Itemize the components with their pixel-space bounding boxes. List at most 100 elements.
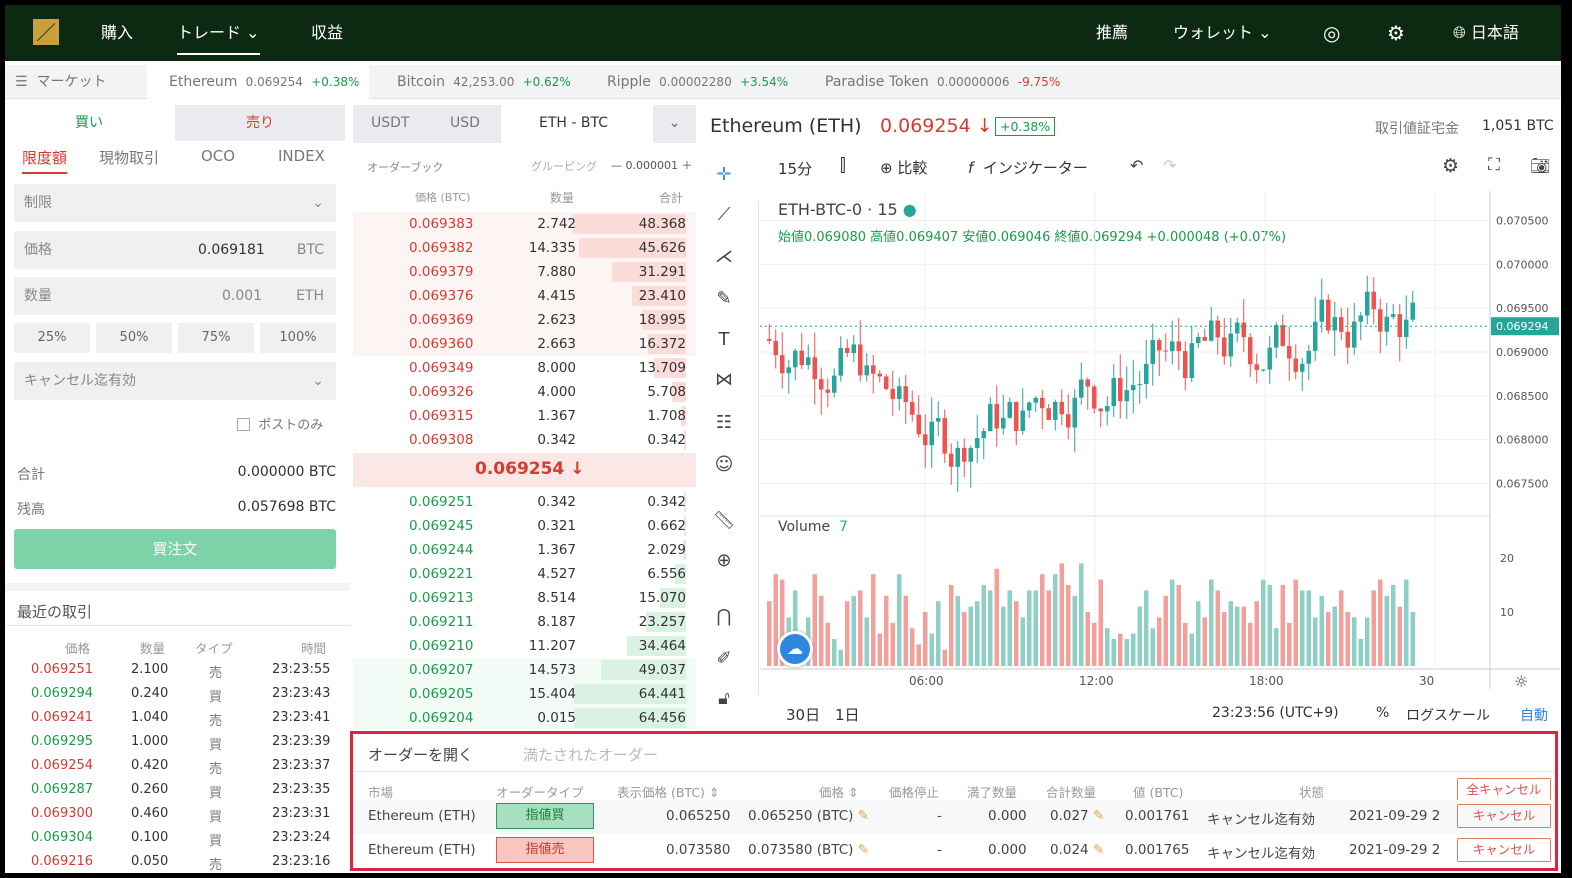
ask-row[interactable]: 0.069383 2.742 48.368 <box>353 212 696 236</box>
pattern-tool-icon[interactable]: ⋈ <box>710 366 738 394</box>
tradingview-logo-icon[interactable]: ☁ <box>777 631 813 667</box>
nav-buy[interactable]: 購入 <box>101 5 133 61</box>
percent-100-button[interactable]: 100% <box>260 323 336 353</box>
brush-icon[interactable]: ✎ <box>710 285 738 313</box>
ask-row[interactable]: 0.069326 4.000 5.708 <box>353 380 696 404</box>
type-limit[interactable]: 限度額 <box>22 147 68 174</box>
time-in-force-select[interactable]: キャンセル迄有効 ⌄ <box>14 362 336 400</box>
ask-row[interactable]: 0.069315 1.367 1.708 <box>353 404 696 428</box>
grouping-control[interactable]: — 0.000001 ＋ <box>611 157 693 173</box>
tab-usd[interactable]: USD <box>450 115 480 131</box>
bid-row[interactable]: 0.069210 11.207 34.464 <box>353 634 696 658</box>
lock-icon[interactable]: 🔓︎ <box>710 685 738 713</box>
ruler-icon[interactable]: 📏︎ <box>710 507 738 535</box>
compare-button[interactable]: ⊕ 比較 <box>880 157 927 178</box>
nav-trade[interactable]: トレード ⌄ <box>177 11 260 55</box>
nav-recommend[interactable]: 推薦 <box>1096 5 1128 61</box>
bid-row[interactable]: 0.069245 0.321 0.662 <box>353 514 696 538</box>
crosshair-icon[interactable]: ✛ <box>710 161 738 189</box>
bid-row[interactable]: 0.069213 8.514 15.070 <box>353 586 696 610</box>
ask-row[interactable]: 0.069308 0.342 0.342 <box>353 428 696 452</box>
prediction-tool-icon[interactable]: ☷ <box>710 409 738 437</box>
brand-logo[interactable] <box>33 19 59 45</box>
edit-pencil-icon[interactable]: ✎ <box>858 842 869 858</box>
candle-body <box>1365 291 1370 316</box>
edit-pencil-icon[interactable]: ✎ <box>858 808 869 824</box>
fib-tool-icon[interactable]: ⋌ <box>710 243 738 271</box>
undo-icon[interactable]: ↶ <box>1130 156 1143 175</box>
text-tool-icon[interactable]: T <box>710 326 738 354</box>
type-oco[interactable]: OCO <box>201 147 235 165</box>
type-index[interactable]: INDEX <box>278 147 325 165</box>
bid-row[interactable]: 0.069221 4.527 6.556 <box>353 562 696 586</box>
price-input[interactable]: 価格 0.069181 BTC <box>14 231 336 269</box>
buy-order-button[interactable]: 買注文 <box>14 529 336 569</box>
range-1d[interactable]: 1日 <box>835 704 860 725</box>
ask-row[interactable]: 0.069376 4.415 23.410 <box>353 284 696 308</box>
tab-eth-btc[interactable]: ETH - BTC <box>539 115 608 131</box>
zoom-in-icon[interactable]: ⊕ <box>710 547 738 575</box>
col-price[interactable]: 価格 ⇕ <box>819 782 858 801</box>
nav-earn[interactable]: 収益 <box>311 5 343 61</box>
edit-pencil-icon[interactable]: ✎ <box>1093 808 1104 824</box>
settings-gear-icon[interactable]: ⚙ <box>1387 5 1405 61</box>
bid-row[interactable]: 0.069207 14.573 49.037 <box>353 658 696 682</box>
ask-row[interactable]: 0.069349 8.000 13.709 <box>353 356 696 380</box>
redo-icon[interactable]: ↷ <box>1163 156 1176 175</box>
cancel-order-button[interactable]: キャンセル <box>1457 804 1551 828</box>
ticker-paradise-token[interactable]: Paradise Token 0.00000006 -9.75% <box>825 65 1060 99</box>
market-menu[interactable]: ☰ マーケット <box>15 65 106 99</box>
ticker-ethereum[interactable]: Ethereum 0.069254 +0.38% <box>147 65 369 99</box>
quantity-input[interactable]: 数量 0.001 ETH <box>14 277 336 315</box>
language-selector[interactable]: 🌐︎ 日本語 <box>1453 5 1519 61</box>
log-scale-toggle[interactable]: ログスケール <box>1406 705 1490 725</box>
sort-icon: ⇕ <box>708 785 720 800</box>
magnet-icon[interactable]: ⋂ <box>710 603 738 631</box>
bid-row[interactable]: 0.069244 1.367 2.029 <box>353 538 696 562</box>
bid-row[interactable]: 0.069205 15.404 64.441 <box>353 682 696 706</box>
indicators-button[interactable]: f インジケーター <box>968 157 1088 178</box>
camera-icon[interactable]: 📷︎ <box>1530 156 1550 175</box>
range-30d[interactable]: 30日 <box>786 704 820 725</box>
ask-row[interactable]: 0.069382 14.335 45.626 <box>353 236 696 260</box>
interval-button[interactable]: 15分 <box>778 158 812 179</box>
lock-drawing-icon[interactable]: ✐ <box>710 645 738 673</box>
percent-50-button[interactable]: 50% <box>96 323 172 353</box>
bid-row[interactable]: 0.069251 0.342 0.342 <box>353 490 696 514</box>
tab-open-orders[interactable]: オーダーを開く <box>368 744 473 765</box>
candle-body <box>1163 350 1168 352</box>
cancel-order-button[interactable]: キャンセル <box>1457 838 1551 862</box>
ask-row[interactable]: 0.069379 7.880 31.291 <box>353 260 696 284</box>
emoji-icon[interactable]: ☺ <box>710 451 738 479</box>
cancel-all-button[interactable]: 全キャンセル <box>1457 778 1551 802</box>
type-spot[interactable]: 現物取引 <box>99 147 159 168</box>
axis-settings-icon[interactable]: ☼ <box>1514 672 1528 691</box>
post-only-checkbox[interactable]: ポストのみ <box>237 414 323 433</box>
chart-settings-icon[interactable]: ⚙ <box>1442 155 1459 177</box>
tab-usdt[interactable]: USDT <box>371 115 409 131</box>
nav-wallet[interactable]: ウォレット ⌄ <box>1173 5 1272 61</box>
candle-type-icon[interactable]: ⫿ <box>840 155 846 176</box>
order-type-select[interactable]: 制限 ⌄ <box>14 184 336 222</box>
ask-row[interactable]: 0.069369 2.623 18.995 <box>353 308 696 332</box>
tab-filled-orders[interactable]: 満たされたオーダー <box>523 744 658 765</box>
fullscreen-icon[interactable]: ⛶ <box>1488 155 1500 175</box>
bid-row[interactable]: 0.069204 0.015 64.456 <box>353 706 696 730</box>
trend-line-icon[interactable]: ⟋ <box>710 201 738 229</box>
percent-25-button[interactable]: 25% <box>14 323 90 353</box>
col-display-price[interactable]: 表示価格 (BTC) ⇕ <box>617 782 719 801</box>
ticker-bitcoin[interactable]: Bitcoin 42,253.00 +0.62% <box>397 65 571 99</box>
percent-toggle[interactable]: % <box>1376 705 1389 721</box>
edit-pencil-icon[interactable]: ✎ <box>1093 842 1104 858</box>
tab-sell[interactable]: 売り <box>175 105 345 141</box>
tab-buy[interactable]: 買い <box>5 105 173 141</box>
account-icon[interactable]: ◎ <box>1323 5 1340 61</box>
ticker-ripple[interactable]: Ripple 0.00002280 +3.54% <box>607 65 788 99</box>
auto-scale-toggle[interactable]: 自動 <box>1520 705 1548 725</box>
price-chart[interactable]: 0.070500 0.070000 0.069500 0.069294 0.069000… <box>760 191 1560 701</box>
ask-row[interactable]: 0.069360 2.663 16.372 <box>353 332 696 356</box>
chevron-down-icon[interactable]: ⌄ <box>653 105 696 143</box>
percent-75-button[interactable]: 75% <box>178 323 254 353</box>
bid-row[interactable]: 0.069211 8.187 23.257 <box>353 610 696 634</box>
candle-body <box>1274 325 1279 348</box>
